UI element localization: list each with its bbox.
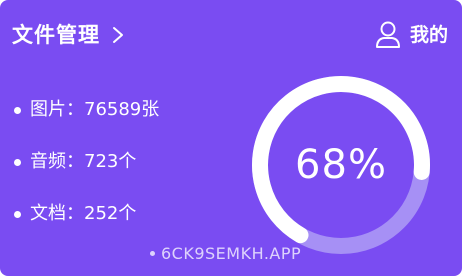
storage-gauge: 68% [250, 74, 432, 256]
watermark: 6CK9SEMKH.APP [150, 244, 301, 263]
stat-label: 文档： [30, 203, 84, 224]
card-title: 文件管理 [12, 23, 100, 47]
stat-value: 252个 [84, 203, 137, 224]
watermark-text: 6CK9SEMKH.APP [161, 244, 302, 263]
stat-images: 图片： 76589张 [14, 92, 159, 128]
user-icon [375, 21, 400, 48]
file-management-link[interactable]: 文件管理 [12, 20, 126, 50]
stat-label: 图片： [30, 99, 84, 120]
chevron-right-icon [113, 27, 123, 43]
stat-audio: 音频： 723个 [14, 144, 159, 180]
stats-list: 图片： 76589张 音频： 723个 文档： 252个 [14, 92, 159, 248]
bullet [14, 158, 21, 166]
stat-value: 723个 [84, 151, 137, 172]
mine-label: 我的 [409, 24, 448, 46]
mine-button[interactable]: 我的 [374, 20, 448, 50]
stat-documents: 文档： 252个 [14, 196, 159, 232]
file-management-card: 文件管理 我的 图片： 76589张 音频： 723个 文档： 252个 68%… [0, 0, 462, 276]
bullet [14, 210, 21, 218]
gauge-percent: 68% [295, 142, 387, 188]
stat-value: 76589张 [84, 99, 160, 120]
watermark-dot [150, 251, 155, 256]
bullet [14, 106, 21, 114]
stat-label: 音频： [30, 151, 84, 172]
